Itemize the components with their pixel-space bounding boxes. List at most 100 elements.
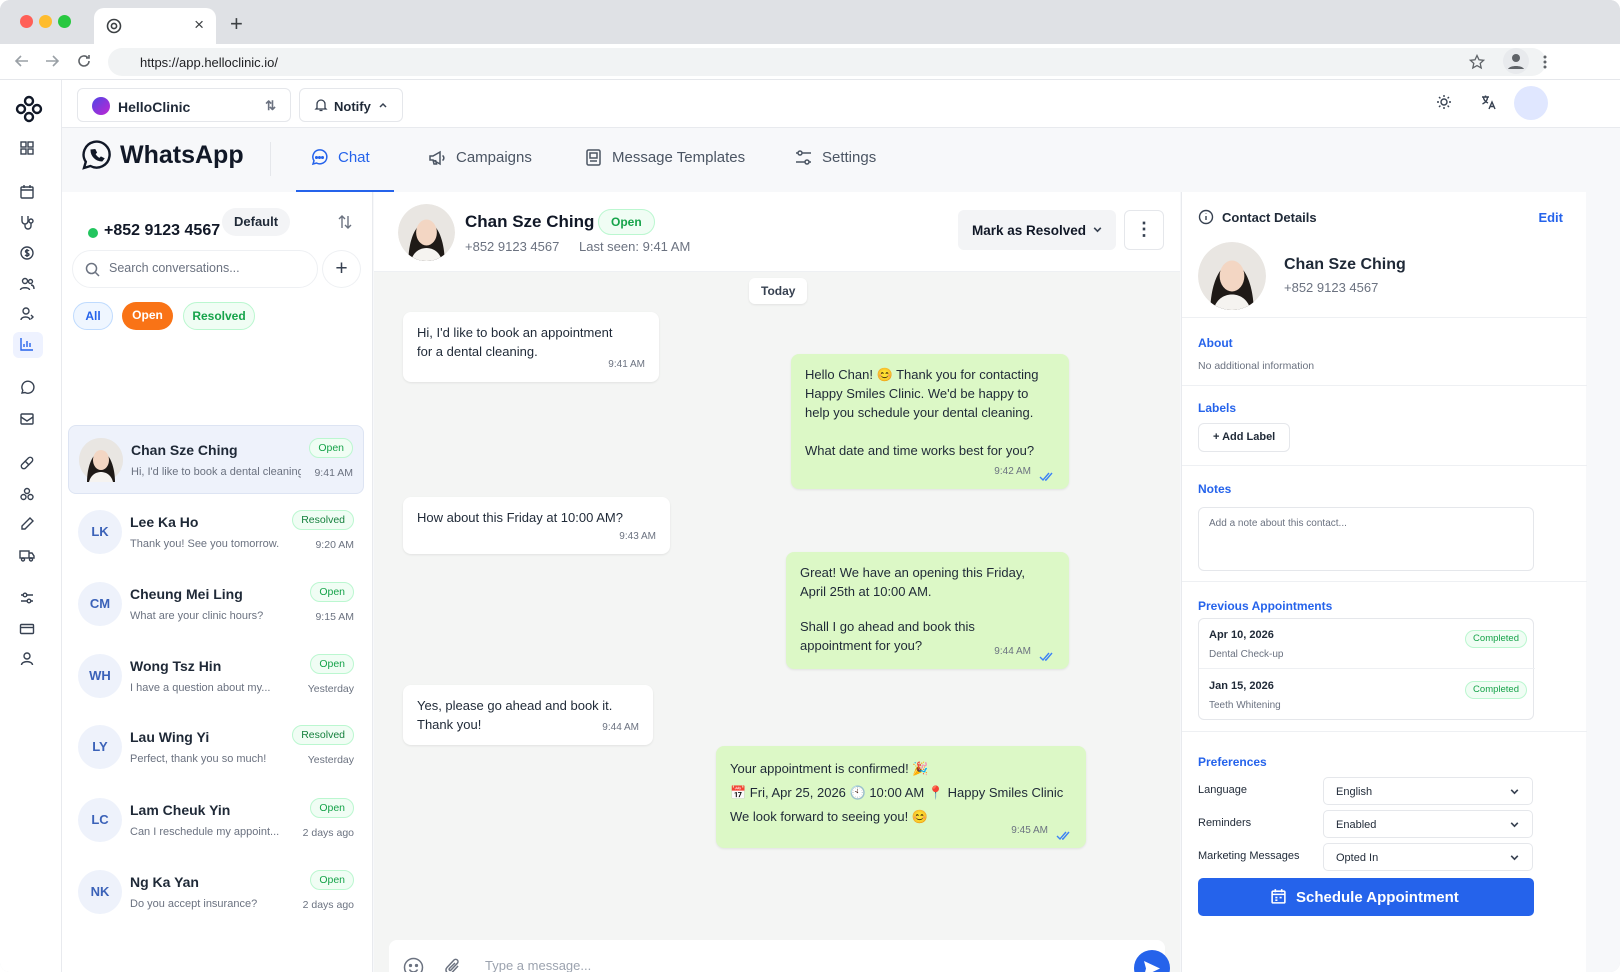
tab-settings[interactable]: Settings <box>794 148 894 192</box>
mark-resolved-label: Mark as Resolved <box>972 223 1087 238</box>
services-icon[interactable] <box>19 486 37 504</box>
translate-icon[interactable] <box>1480 94 1496 110</box>
browser-tab[interactable]: × <box>94 8 216 44</box>
browser-menu-icon[interactable] <box>1542 54 1548 70</box>
attachment-icon[interactable] <box>443 957 463 972</box>
swap-arrows-icon: ⇅ <box>265 98 276 113</box>
minimize-window-dot[interactable] <box>39 15 52 28</box>
back-icon[interactable] <box>14 53 30 69</box>
contact-name: Lam Cheuk Yin <box>130 802 231 818</box>
message-time: Yesterday <box>307 683 354 695</box>
message-input[interactable] <box>485 958 1045 972</box>
maximize-window-dot[interactable] <box>58 15 71 28</box>
info-icon <box>1198 209 1214 225</box>
message-bubble-outgoing: Hello Chan! 😊 Thank you for contacting Ha… <box>791 354 1069 489</box>
edit-contact-link[interactable]: Edit <box>1538 210 1563 225</box>
appointment-status-badge: Completed <box>1465 630 1527 648</box>
message-bubble-incoming: Yes, please go ahead and book it. Thank y… <box>403 685 653 745</box>
delivery-icon[interactable] <box>19 547 37 565</box>
conversation-item[interactable]: LC Lam Cheuk Yin Can I reschedule my app… <box>68 786 364 855</box>
reminders-select[interactable]: Enabled <box>1323 810 1533 838</box>
appointment-date: Apr 10, 2026 <box>1209 629 1274 641</box>
appointment-status-badge: Completed <box>1465 681 1527 699</box>
card-icon[interactable] <box>19 621 37 639</box>
emoji-icon[interactable] <box>403 957 424 972</box>
account-icon[interactable] <box>19 651 37 669</box>
filter-resolved[interactable]: Resolved <box>183 302 255 330</box>
tab-message-templates[interactable]: Message Templates <box>584 148 764 192</box>
chevron-down-icon <box>1509 819 1520 830</box>
message-text: Yes, please go ahead and book it. Thank y… <box>417 698 613 732</box>
tab-campaigns[interactable]: Campaigns <box>428 148 548 192</box>
pill-icon[interactable] <box>19 455 37 473</box>
double-check-icon <box>1056 831 1072 841</box>
conversation-item[interactable]: NK Ng Ka Yan Do you accept insurance? Op… <box>68 858 364 927</box>
chevron-up-icon <box>378 100 388 110</box>
calendar-icon[interactable] <box>19 184 37 202</box>
reports-icon[interactable] <box>13 332 43 358</box>
tab-chat-label: Chat <box>338 149 370 166</box>
bell-icon <box>314 98 328 112</box>
mark-resolved-button[interactable]: Mark as Resolved <box>958 210 1116 250</box>
user-avatar[interactable] <box>1514 86 1548 120</box>
reminders-value: Enabled <box>1336 819 1377 831</box>
notes-textarea[interactable] <box>1198 507 1534 571</box>
close-tab-icon[interactable]: × <box>194 15 204 35</box>
browser-tab-bar: × + <box>0 0 1620 44</box>
more-options-button[interactable]: ⋮ <box>1124 210 1164 250</box>
pen-icon[interactable] <box>19 516 37 534</box>
inbox-icon[interactable] <box>19 411 37 429</box>
appointment-date: Jan 15, 2026 <box>1209 680 1274 692</box>
stethoscope-icon[interactable] <box>19 214 37 232</box>
message-time: 9:20 AM <box>315 539 354 551</box>
filter-open[interactable]: Open <box>122 302 173 330</box>
chat-contact-name: Chan Sze Ching <box>465 212 595 231</box>
billing-icon[interactable] <box>19 245 37 263</box>
notify-button[interactable]: Notify <box>299 88 403 122</box>
theme-sun-icon[interactable] <box>1436 94 1452 110</box>
contact-summary: Contact Details Edit Chan Sze Ching +852… <box>1182 192 1587 318</box>
sort-icon[interactable] <box>338 214 352 230</box>
double-check-icon <box>1039 652 1055 662</box>
appointment-type: Dental Check-up <box>1209 649 1284 660</box>
filter-all[interactable]: All <box>73 302 113 330</box>
appointment-item[interactable]: Apr 10, 2026 Dental Check-up Completed <box>1199 619 1535 669</box>
language-select[interactable]: English <box>1323 777 1533 805</box>
appointment-item[interactable]: Jan 15, 2026 Teeth Whitening Completed <box>1199 670 1535 720</box>
patients-icon[interactable] <box>19 276 37 294</box>
conversation-item[interactable]: CM Cheung Mei Ling What are your clinic … <box>68 570 364 639</box>
message-bubble-incoming: Hi, I'd like to book an appointment for a… <box>403 312 659 382</box>
search-input[interactable] <box>109 261 309 275</box>
whatsapp-nav-icon[interactable] <box>19 380 37 398</box>
bookmark-star-icon[interactable] <box>1469 54 1485 70</box>
app-viewport: HelloClinic ⇅ Notify WhatsApp Chat Campa… <box>0 80 1620 972</box>
url-field[interactable]: https://app.helloclinic.io/ <box>108 48 1546 76</box>
marketing-select[interactable]: Opted In <box>1323 843 1533 871</box>
conversation-item[interactable]: LK Lee Ka Ho Thank you! See you tomorrow… <box>68 498 364 567</box>
app-logo-icon[interactable] <box>14 94 44 124</box>
dashboard-icon[interactable] <box>19 140 37 158</box>
send-button[interactable] <box>1134 950 1170 972</box>
tab-chat[interactable]: Chat <box>296 148 394 192</box>
message-time: 9:43 AM <box>619 531 656 542</box>
about-section: About No additional information <box>1182 318 1587 386</box>
new-conversation-button[interactable]: + <box>322 250 361 288</box>
add-label-button[interactable]: + Add Label <box>1198 423 1291 452</box>
chrome-icon <box>106 18 122 34</box>
staff-icon[interactable] <box>19 306 37 324</box>
message-time: 9:44 AM <box>994 646 1031 657</box>
tab-campaigns-label: Campaigns <box>456 149 532 166</box>
profile-icon[interactable] <box>1503 48 1529 74</box>
filters-icon[interactable] <box>19 590 37 608</box>
app-topbar: HelloClinic ⇅ Notify <box>62 80 1620 128</box>
organization-selector[interactable]: HelloClinic ⇅ <box>77 88 291 122</box>
new-tab-icon[interactable]: + <box>230 11 243 37</box>
conversation-item[interactable]: WH Wong Tsz Hin I have a question about … <box>68 642 364 711</box>
conversation-item[interactable]: LY Lau Wing Yi Perfect, thank you so muc… <box>68 713 364 782</box>
forward-icon[interactable] <box>44 53 60 69</box>
conversation-item[interactable]: Chan Sze Ching Hi, I'd like to book a de… <box>68 425 364 494</box>
close-window-dot[interactable] <box>20 15 33 28</box>
marketing-value: Opted In <box>1336 852 1379 864</box>
reload-icon[interactable] <box>76 53 92 69</box>
schedule-appointment-button[interactable]: Schedule Appointment <box>1198 878 1534 916</box>
